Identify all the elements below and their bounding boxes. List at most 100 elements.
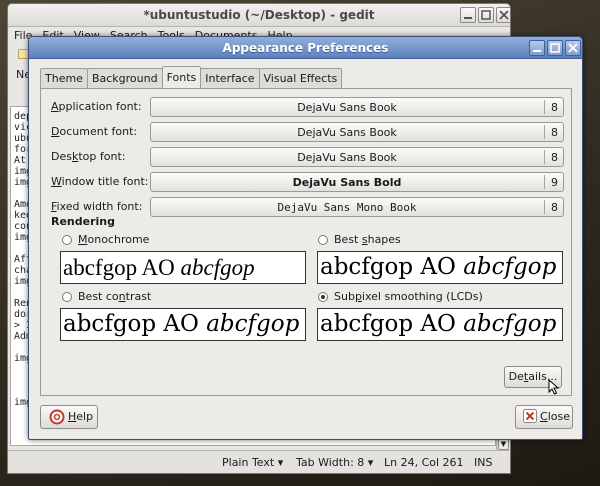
label-part: top font: bbox=[78, 150, 126, 163]
label-part: trast bbox=[125, 290, 152, 303]
best-shapes-label: Best shapes bbox=[334, 233, 401, 246]
label-mnemonic: n bbox=[118, 290, 126, 303]
label-part: ixed width font: bbox=[56, 200, 143, 213]
dialog-titlebar[interactable]: Appearance Preferences bbox=[29, 37, 582, 59]
status-language-label: Plain Text bbox=[222, 456, 275, 469]
monochrome-option[interactable]: Monochrome bbox=[62, 233, 149, 246]
fixed-width-font-label: Fixed width font: bbox=[51, 200, 142, 213]
tab-interface[interactable]: Interface bbox=[200, 68, 260, 88]
close-label: Close bbox=[540, 407, 570, 427]
monochrome-label: Monochrome bbox=[78, 233, 149, 246]
label-part: onochrome bbox=[87, 233, 150, 246]
label-part: hapes bbox=[367, 233, 401, 246]
subpixel-smoothing-preview[interactable]: abcfgop AO abcfgop bbox=[317, 308, 563, 341]
label-part: Des bbox=[51, 150, 72, 163]
best-shapes-option[interactable]: Best shapes bbox=[318, 233, 401, 246]
font-size: 9 bbox=[551, 176, 558, 189]
preview-plain-text: abcfgop AO bbox=[320, 254, 464, 280]
radio-button[interactable] bbox=[62, 291, 72, 302]
font-size: 8 bbox=[551, 151, 558, 164]
label-part: indow title font: bbox=[61, 175, 149, 188]
gedit-titlebar[interactable]: *ubuntustudio (~/Desktop) - gedit bbox=[8, 4, 510, 27]
label-part: lose bbox=[547, 410, 570, 423]
minimize-icon[interactable] bbox=[460, 7, 476, 23]
font-name: DejaVu Sans Mono Book bbox=[277, 201, 417, 214]
preview-italic-text: abcfgop bbox=[463, 254, 557, 280]
maximize-icon[interactable] bbox=[478, 7, 494, 23]
font-name: DejaVu Sans Book bbox=[297, 101, 397, 114]
gedit-window-controls bbox=[460, 7, 510, 23]
maximize-icon[interactable] bbox=[547, 40, 563, 56]
status-cursor-position: Ln 24, Col 261 bbox=[384, 456, 464, 469]
window-title-font-button[interactable]: DejaVu Sans Bold 9 bbox=[150, 172, 564, 192]
application-font-label: Application font: bbox=[51, 100, 142, 113]
label-part: Sub bbox=[334, 290, 355, 303]
application-font-button[interactable]: DejaVu Sans Book 8 bbox=[150, 97, 564, 117]
label-mnemonic: p bbox=[354, 290, 362, 303]
close-icon bbox=[523, 409, 537, 423]
close-icon[interactable] bbox=[496, 7, 510, 23]
subpixel-smoothing-label: Subpixel smoothing (LCDs) bbox=[334, 290, 483, 303]
window-title-font-label: Window title font: bbox=[51, 175, 148, 188]
radio-button[interactable] bbox=[318, 234, 328, 245]
help-icon bbox=[49, 409, 65, 425]
document-font-label: Document font: bbox=[51, 125, 137, 138]
close-icon[interactable] bbox=[565, 40, 581, 56]
tab-fonts[interactable]: Fonts bbox=[161, 66, 202, 88]
label-mnemonic: C bbox=[540, 410, 548, 423]
label-part: De bbox=[508, 370, 524, 383]
close-button[interactable]: Close bbox=[515, 405, 573, 429]
label-part: ixel smoothing (LCDs) bbox=[361, 290, 483, 303]
document-font-button[interactable]: DejaVu Sans Book 8 bbox=[150, 122, 564, 142]
status-tab-width[interactable]: Tab Width: 8 ▾ bbox=[296, 456, 373, 469]
status-language[interactable]: Plain Text ▾ bbox=[222, 456, 283, 469]
tab-background[interactable]: Background bbox=[86, 68, 163, 88]
desktop-font-label: Desktop font: bbox=[51, 150, 125, 163]
font-size: 8 bbox=[551, 101, 558, 114]
fixed-width-font-row: Fixed width font: DejaVu Sans Mono Book … bbox=[51, 197, 564, 217]
label-part: Best co bbox=[78, 290, 119, 303]
font-button-separator bbox=[544, 100, 545, 114]
preview-italic-text: abcfgop bbox=[206, 311, 300, 337]
dialog-window-controls bbox=[529, 40, 581, 56]
font-name: DejaVu Sans Bold bbox=[292, 176, 402, 189]
monochrome-preview[interactable]: abcfgop AO abcfgop bbox=[60, 251, 306, 284]
font-size: 8 bbox=[551, 201, 558, 214]
mouse-pointer-icon bbox=[548, 379, 560, 395]
desktop-font-button[interactable]: DejaVu Sans Book 8 bbox=[150, 147, 564, 167]
best-contrast-option[interactable]: Best contrast bbox=[62, 290, 151, 303]
best-contrast-preview[interactable]: abcfgop AO abcfgop bbox=[60, 308, 306, 341]
preview-plain-text: abcfgop AO bbox=[320, 311, 464, 337]
label-mnemonic: A bbox=[51, 100, 59, 113]
window-title-font-row: Window title font: DejaVu Sans Bold 9 bbox=[51, 172, 564, 192]
font-size: 8 bbox=[551, 126, 558, 139]
best-shapes-preview[interactable]: abcfgop AO abcfgop bbox=[317, 251, 563, 284]
help-button[interactable]: Help bbox=[40, 405, 98, 429]
label-part: elp bbox=[76, 410, 94, 423]
fonts-panel: Application font: DejaVu Sans Book 8 Doc… bbox=[40, 88, 572, 396]
font-name: DejaVu Sans Book bbox=[297, 126, 397, 139]
fixed-width-font-button[interactable]: DejaVu Sans Mono Book 8 bbox=[150, 197, 564, 217]
tab-theme[interactable]: Theme bbox=[40, 68, 88, 88]
font-button-separator bbox=[544, 175, 545, 189]
rendering-heading: Rendering bbox=[51, 215, 115, 228]
subpixel-smoothing-option[interactable]: Subpixel smoothing (LCDs) bbox=[318, 290, 483, 303]
document-font-row: Document font: DejaVu Sans Book 8 bbox=[51, 122, 564, 142]
label-mnemonic: M bbox=[78, 233, 88, 246]
scroll-down-icon[interactable]: ▼ bbox=[498, 439, 509, 450]
help-label: Help bbox=[68, 407, 93, 427]
minimize-icon[interactable] bbox=[529, 40, 545, 56]
best-contrast-label: Best contrast bbox=[78, 290, 151, 303]
font-name: DejaVu Sans Book bbox=[297, 151, 397, 164]
tab-visual-effects[interactable]: Visual Effects bbox=[258, 68, 343, 88]
preview-italic-text: abcfgop bbox=[463, 311, 557, 337]
font-button-separator bbox=[544, 125, 545, 139]
radio-button[interactable] bbox=[62, 234, 72, 245]
label-part: ocument font: bbox=[59, 125, 138, 138]
label-part: Best bbox=[334, 233, 362, 246]
label-part: pplication font: bbox=[58, 100, 142, 113]
gedit-title: *ubuntustudio (~/Desktop) - gedit bbox=[143, 8, 375, 22]
radio-button-selected[interactable] bbox=[318, 291, 328, 302]
font-button-separator bbox=[544, 200, 545, 214]
gedit-statusbar: Plain Text ▾ Tab Width: 8 ▾ Ln 24, Col 2… bbox=[8, 450, 510, 473]
